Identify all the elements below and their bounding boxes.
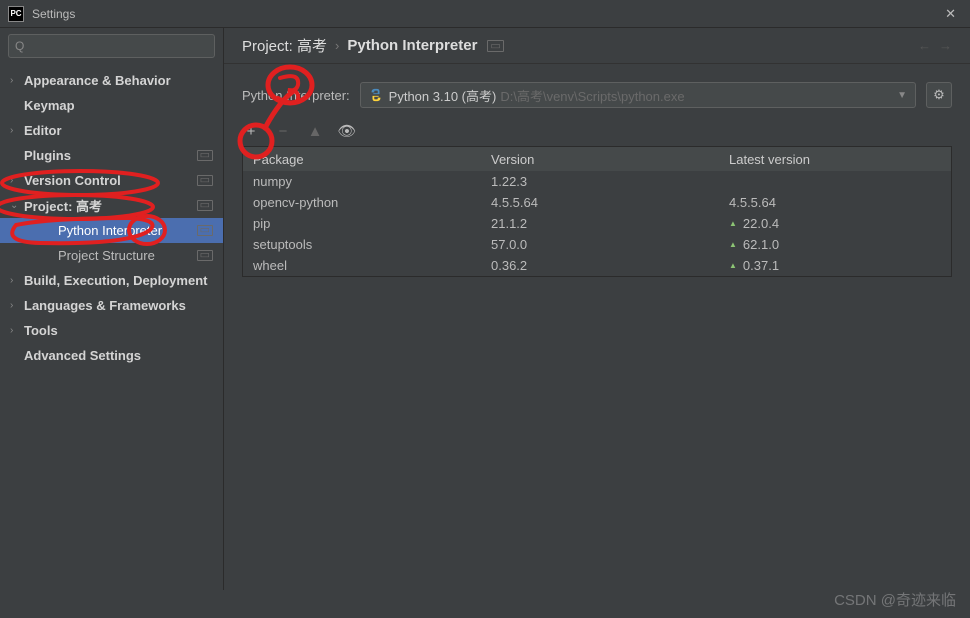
watermark: CSDN @奇迹来临 xyxy=(834,589,956,610)
chevron-icon: ⌄ xyxy=(10,200,24,211)
sidebar: Q ›Appearance & BehaviorKeymap›EditorPlu… xyxy=(0,28,224,590)
cell-package: setuptools xyxy=(243,237,481,252)
settings-tree: ›Appearance & BehaviorKeymap›EditorPlugi… xyxy=(0,64,223,590)
breadcrumb-project-name: 高考 xyxy=(297,38,327,55)
scope-indicator-icon: ▭ xyxy=(197,175,213,186)
upgrade-arrow-icon: ▲ xyxy=(729,219,737,228)
search-box[interactable]: Q xyxy=(8,34,215,58)
cell-version: 0.36.2 xyxy=(481,258,719,273)
close-icon[interactable]: ✕ xyxy=(939,6,962,22)
sidebar-item-label: Project Structure xyxy=(58,248,197,263)
remove-package-button[interactable]: − xyxy=(274,122,292,140)
scope-indicator-icon: ▭ xyxy=(197,250,213,261)
interpreter-name: Python 3.10 (高考) xyxy=(389,86,497,105)
packages-table: Package Version Latest version numpy1.22… xyxy=(242,146,952,277)
table-row[interactable]: wheel0.36.2▲0.37.1 xyxy=(243,255,951,276)
python-icon xyxy=(369,88,383,102)
breadcrumb-project-label: Project: xyxy=(242,38,293,55)
cell-version: 1.22.3 xyxy=(481,174,719,189)
sidebar-item-label: Project: 高考 xyxy=(24,196,197,215)
scope-indicator-icon: ▭ xyxy=(197,150,213,161)
chevron-down-icon: ▼ xyxy=(897,90,907,101)
chevron-icon: › xyxy=(10,75,24,86)
scope-indicator-icon: ▭ xyxy=(197,200,213,211)
chevron-icon: › xyxy=(10,275,24,286)
sidebar-item-tools[interactable]: ›Tools xyxy=(0,318,223,343)
window-title: Settings xyxy=(32,7,939,21)
header-package[interactable]: Package xyxy=(243,152,481,167)
sidebar-item-label: Build, Execution, Deployment xyxy=(24,273,223,288)
gear-icon: ⚙ xyxy=(933,87,945,103)
breadcrumb-sep: › xyxy=(335,38,339,53)
sidebar-item-keymap[interactable]: Keymap xyxy=(0,93,223,118)
sidebar-item-label: Tools xyxy=(24,323,223,338)
sidebar-item-editor[interactable]: ›Editor xyxy=(0,118,223,143)
table-row[interactable]: pip21.1.2▲22.0.4 xyxy=(243,213,951,234)
cell-version: 4.5.5.64 xyxy=(481,195,719,210)
cell-latest: ▲22.0.4 xyxy=(719,216,951,231)
sidebar-item-project-structure[interactable]: Project Structure▭ xyxy=(0,243,223,268)
app-icon: PC xyxy=(8,6,24,22)
sidebar-item-label: Advanced Settings xyxy=(24,348,223,363)
main-panel: Project: 高考 › Python Interpreter ▭ ← → P… xyxy=(224,28,970,590)
table-row[interactable]: numpy1.22.3 xyxy=(243,171,951,192)
header-latest[interactable]: Latest version xyxy=(719,152,951,167)
sidebar-item-label: Plugins xyxy=(24,148,197,163)
search-icon: Q xyxy=(15,39,24,53)
cell-package: numpy xyxy=(243,174,481,189)
nav-forward-icon[interactable]: → xyxy=(939,38,952,53)
interpreter-path: D:\高考\venv\Scripts\python.exe xyxy=(500,86,684,105)
scope-indicator-icon: ▭ xyxy=(487,40,503,52)
show-early-releases-button[interactable]: 👁 xyxy=(338,122,356,140)
chevron-icon: › xyxy=(10,175,24,186)
search-input[interactable] xyxy=(28,39,208,53)
table-row[interactable]: setuptools57.0.0▲62.1.0 xyxy=(243,234,951,255)
cell-latest: 4.5.5.64 xyxy=(719,195,951,210)
cell-package: wheel xyxy=(243,258,481,273)
titlebar: PC Settings ✕ xyxy=(0,0,970,28)
upgrade-package-button[interactable]: ▲ xyxy=(306,122,324,140)
sidebar-item-label: Keymap xyxy=(24,98,223,113)
table-header: Package Version Latest version xyxy=(243,147,951,171)
sidebar-item-build-execution-deployment[interactable]: ›Build, Execution, Deployment xyxy=(0,268,223,293)
sidebar-item-advanced-settings[interactable]: Advanced Settings xyxy=(0,343,223,368)
cell-version: 57.0.0 xyxy=(481,237,719,252)
chevron-icon: › xyxy=(10,125,24,136)
sidebar-item-label: Languages & Frameworks xyxy=(24,298,223,313)
scope-indicator-icon: ▭ xyxy=(197,225,213,236)
chevron-icon: › xyxy=(10,300,24,311)
sidebar-item-python-interpreter[interactable]: Python Interpreter▭ xyxy=(0,218,223,243)
sidebar-item-version-control[interactable]: ›Version Control▭ xyxy=(0,168,223,193)
sidebar-item-plugins[interactable]: Plugins▭ xyxy=(0,143,223,168)
interpreter-settings-button[interactable]: ⚙ xyxy=(926,82,952,108)
add-package-button[interactable]: + xyxy=(242,122,260,140)
table-row[interactable]: opencv-python4.5.5.644.5.5.64 xyxy=(243,192,951,213)
chevron-icon: › xyxy=(10,325,24,336)
cell-latest: ▲62.1.0 xyxy=(719,237,951,252)
sidebar-item-label: Editor xyxy=(24,123,223,138)
breadcrumb: Project: 高考 › Python Interpreter ▭ ← → xyxy=(224,28,970,64)
interpreter-dropdown[interactable]: Python 3.10 (高考) D:\高考\venv\Scripts\pyth… xyxy=(360,82,916,108)
cell-package: pip xyxy=(243,216,481,231)
cell-package: opencv-python xyxy=(243,195,481,210)
cell-latest: ▲0.37.1 xyxy=(719,258,951,273)
nav-back-icon[interactable]: ← xyxy=(918,38,931,53)
package-toolbar: + − ▲ 👁 xyxy=(224,122,970,146)
upgrade-arrow-icon: ▲ xyxy=(729,240,737,249)
sidebar-item-project-[interactable]: ⌄Project: 高考▭ xyxy=(0,193,223,218)
cell-version: 21.1.2 xyxy=(481,216,719,231)
sidebar-item-appearance-behavior[interactable]: ›Appearance & Behavior xyxy=(0,68,223,93)
interpreter-label: Python Interpreter: xyxy=(242,88,350,103)
header-version[interactable]: Version xyxy=(481,152,719,167)
sidebar-item-languages-frameworks[interactable]: ›Languages & Frameworks xyxy=(0,293,223,318)
sidebar-item-label: Python Interpreter xyxy=(58,223,197,238)
sidebar-item-label: Appearance & Behavior xyxy=(24,73,223,88)
breadcrumb-page: Python Interpreter xyxy=(347,37,477,54)
upgrade-arrow-icon: ▲ xyxy=(729,261,737,270)
sidebar-item-label: Version Control xyxy=(24,173,197,188)
